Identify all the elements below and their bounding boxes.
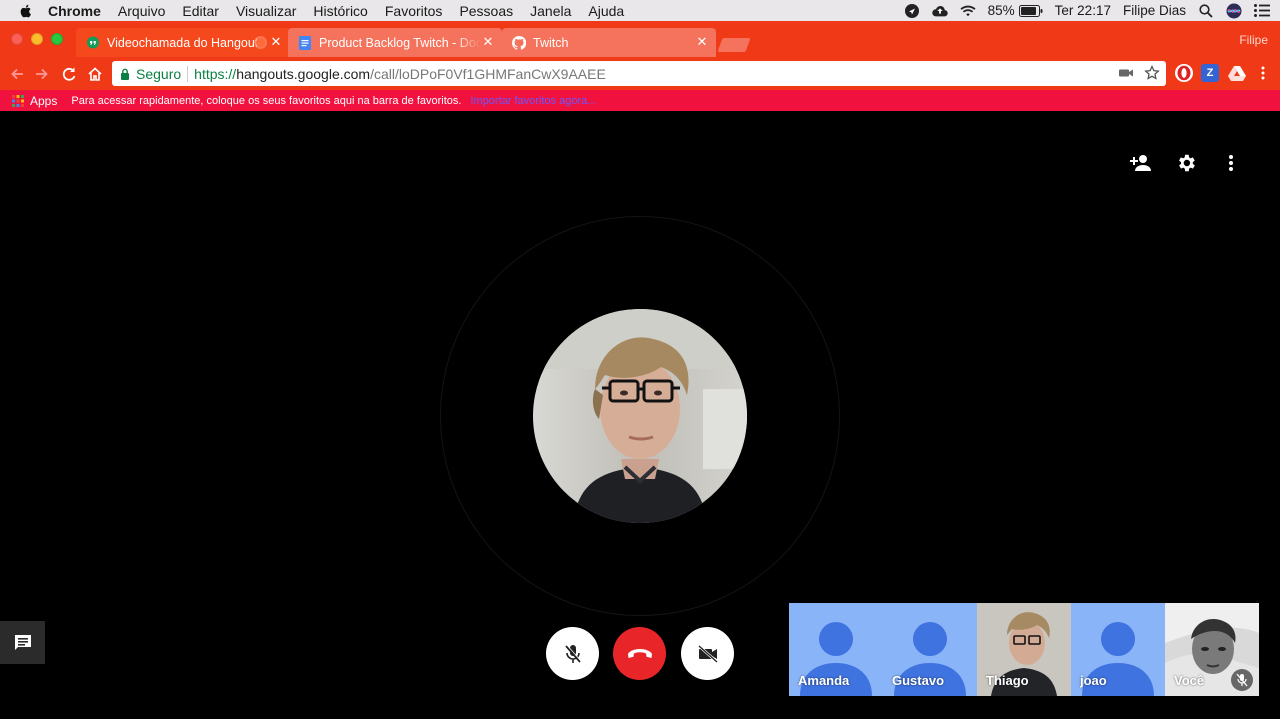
video-off-icon [697, 644, 718, 663]
tab-close-icon[interactable]: ✕ [696, 35, 708, 48]
participant-name: Você [1174, 673, 1205, 688]
battery-icon[interactable] [1018, 3, 1043, 19]
menubar-user[interactable]: Filipe Dias [1123, 3, 1186, 18]
add-person-icon[interactable] [1129, 151, 1153, 175]
bookmarks-bar: Apps Para acessar rapidamente, coloque o… [0, 90, 1280, 111]
mute-microphone-button[interactable] [546, 627, 599, 680]
chat-toggle-button[interactable] [0, 621, 45, 664]
import-bookmarks-link[interactable]: Importar favoritos agora... [470, 95, 596, 107]
url-path: /call/loDPoF0Vf1GHMFanCwX9AAEE [370, 65, 606, 82]
window-zoom-button[interactable] [51, 33, 63, 45]
hang-up-button[interactable] [613, 627, 666, 680]
siri-icon[interactable] [1226, 3, 1242, 19]
camera-in-use-icon[interactable] [1118, 65, 1134, 84]
tab-title: Twitch [533, 35, 569, 50]
settings-gear-icon[interactable] [1174, 151, 1198, 175]
chat-icon [14, 634, 31, 650]
participant-name: joao [1080, 673, 1107, 688]
apps-grid-icon[interactable] [12, 94, 24, 107]
participant-tile-self[interactable]: Você [1165, 603, 1259, 696]
battery-percent: 85% [987, 3, 1015, 18]
secure-label[interactable]: Seguro [136, 66, 181, 82]
participant-strip: Amanda Gustavo Thiago joao Você [789, 603, 1259, 696]
participant-name: Thiago [986, 673, 1029, 688]
menubar-clock[interactable]: Ter 22:17 [1055, 3, 1111, 18]
tab-twitch[interactable]: Twitch ✕ [502, 28, 716, 57]
chrome-menu-icon[interactable] [1254, 64, 1272, 82]
notification-center-icon[interactable] [1254, 3, 1270, 19]
more-options-icon[interactable] [1219, 151, 1243, 175]
browser-toolbar: Seguro https://hangouts.google.com/call/… [0, 57, 1280, 90]
participant-tile-thiago[interactable]: Thiago [977, 603, 1071, 696]
forward-button[interactable] [31, 63, 53, 85]
apple-menu-icon[interactable] [18, 3, 34, 19]
reload-button[interactable] [58, 63, 80, 85]
menu-historico[interactable]: Histórico [313, 3, 367, 19]
main-speaker-avatar [533, 309, 747, 523]
menu-favoritos[interactable]: Favoritos [385, 3, 443, 19]
menu-arquivo[interactable]: Arquivo [118, 3, 165, 19]
bookmark-star-icon[interactable] [1144, 64, 1160, 84]
opera-extension-icon[interactable] [1175, 64, 1193, 82]
muted-mic-icon [1231, 669, 1253, 691]
window-close-button[interactable] [11, 33, 23, 45]
bookmarks-hint: Para acessar rapidamente, coloque os seu… [71, 94, 462, 107]
lock-icon[interactable] [120, 68, 130, 80]
camera-off-button[interactable] [681, 627, 734, 680]
google-drive-icon[interactable] [1228, 64, 1246, 82]
back-button[interactable] [6, 63, 28, 85]
address-bar[interactable]: Seguro https://hangouts.google.com/call/… [112, 61, 1166, 86]
participant-tile-joao[interactable]: joao [1071, 603, 1165, 696]
github-icon [512, 35, 526, 50]
spotlight-search-icon[interactable] [1198, 3, 1214, 19]
tab-docs[interactable]: Product Backlog Twitch - Docs ✕ [288, 28, 502, 57]
tab-close-icon[interactable]: ✕ [270, 35, 282, 48]
wifi-icon[interactable] [960, 3, 976, 19]
url-scheme: https:// [194, 65, 237, 82]
omnibox-separator [187, 65, 189, 82]
google-docs-icon [299, 35, 311, 50]
browser-tab-strip: Videochamada do Hangouts ✕ Product Backl… [0, 21, 1280, 57]
url-host: hangouts.google.com [236, 65, 371, 82]
window-minimize-button[interactable] [31, 33, 43, 45]
participant-name: Amanda [798, 673, 850, 688]
menu-pessoas[interactable]: Pessoas [459, 3, 513, 19]
menu-ajuda[interactable]: Ajuda [588, 3, 624, 19]
tab-close-icon[interactable]: ✕ [482, 35, 494, 48]
hangouts-icon [87, 36, 99, 48]
new-tab-button[interactable] [717, 38, 751, 52]
menu-app-name[interactable]: Chrome [48, 3, 101, 19]
participant-name: Gustavo [892, 673, 945, 688]
hang-up-phone-icon [627, 648, 652, 658]
tab-title: Product Backlog Twitch - Docs [319, 35, 481, 50]
menu-janela[interactable]: Janela [530, 3, 571, 19]
tab-hangouts[interactable]: Videochamada do Hangouts ✕ [76, 28, 290, 57]
cloud-upload-icon[interactable] [931, 3, 948, 19]
omnibox-actions [1108, 64, 1160, 84]
participant-tile-amanda[interactable]: Amanda [789, 603, 883, 696]
home-button[interactable] [84, 63, 106, 85]
zoho-extension-icon[interactable]: Z [1201, 64, 1219, 82]
menu-editar[interactable]: Editar [182, 3, 219, 19]
macos-menubar: Chrome Arquivo Editar Visualizar Históri… [0, 0, 1280, 21]
hangouts-call-stage: Amanda Gustavo Thiago joao Você [0, 111, 1280, 719]
profile-name[interactable]: Filipe [1239, 33, 1268, 47]
location-icon[interactable] [904, 3, 920, 19]
recording-dot-icon [256, 38, 265, 47]
apps-shortcut[interactable]: Apps [30, 94, 57, 108]
menu-visualizar[interactable]: Visualizar [236, 3, 296, 19]
menubar-status-area: 85% Ter 22:17 Filipe Dias [904, 0, 1280, 21]
tab-title: Videochamada do Hangouts [107, 35, 257, 50]
participant-tile-gustavo[interactable]: Gustavo [883, 603, 977, 696]
mic-off-icon [564, 644, 581, 663]
